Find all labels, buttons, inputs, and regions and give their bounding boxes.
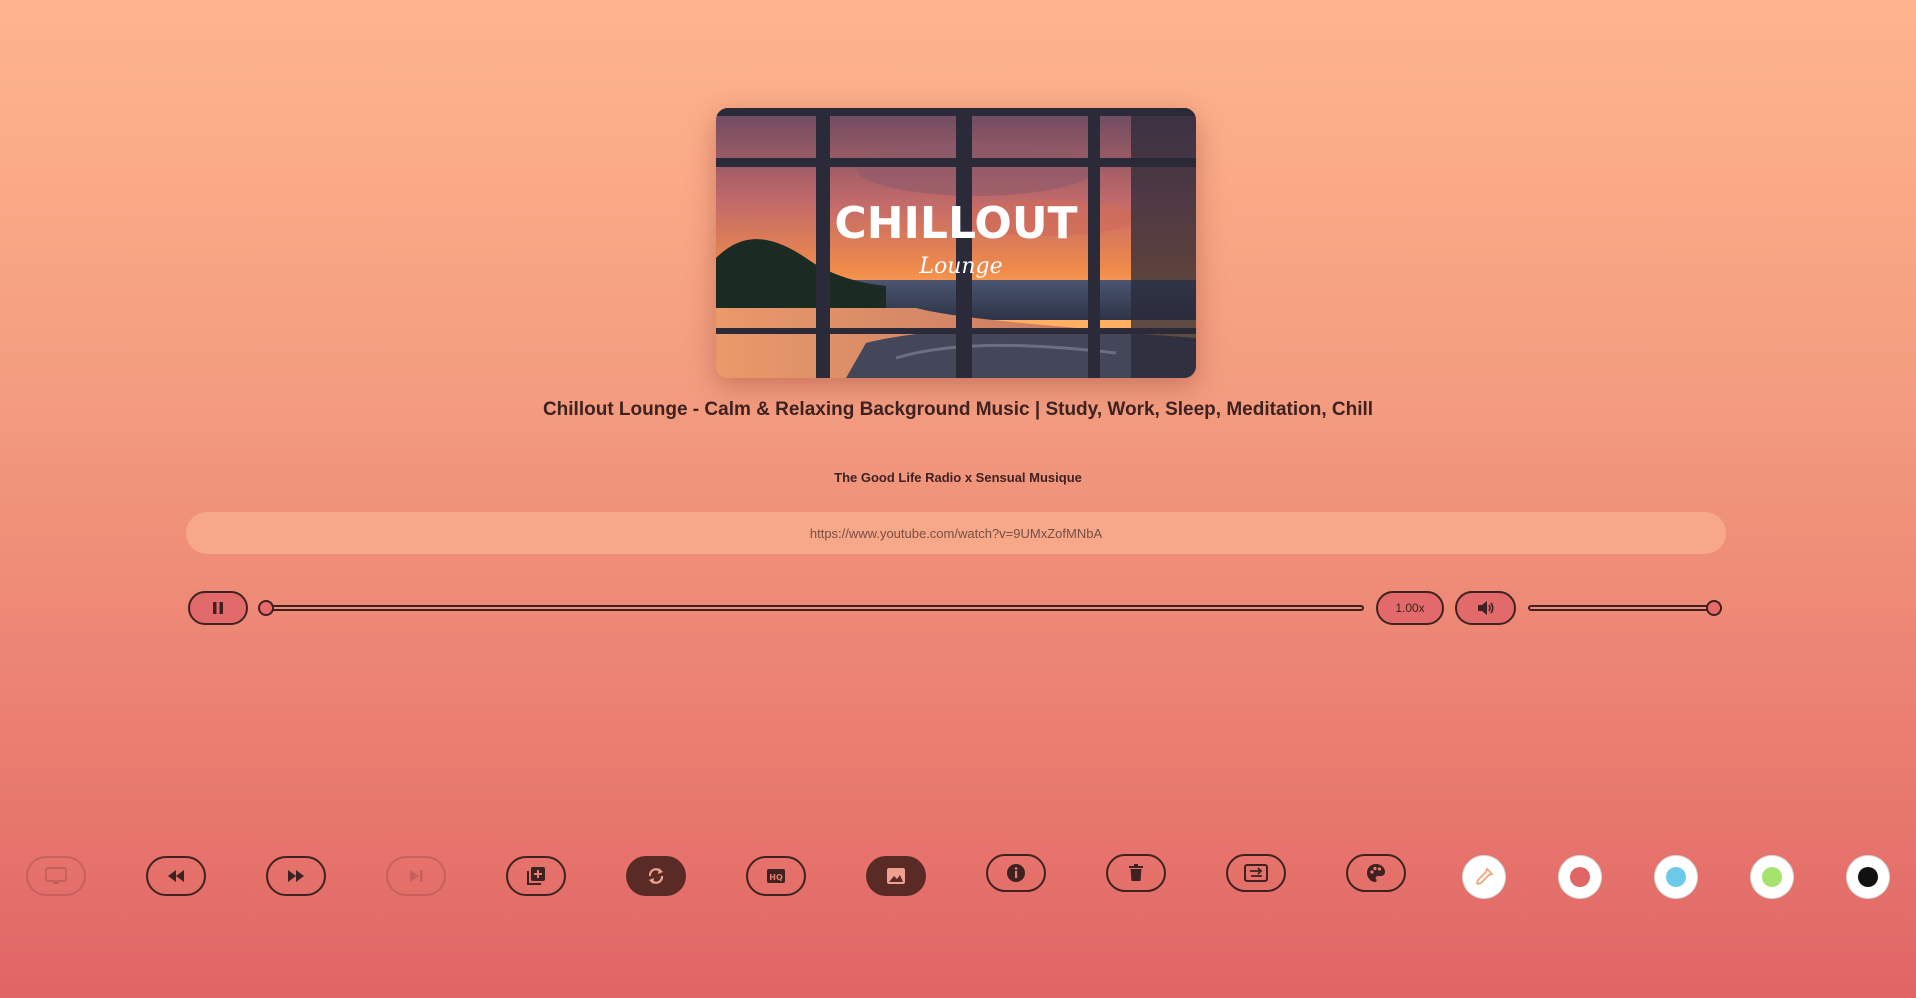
screen-icon (45, 867, 67, 884)
swatch-dot (1666, 867, 1686, 887)
repeat-icon (648, 868, 664, 884)
repeat-button[interactable] (626, 856, 686, 896)
color-swatch-green[interactable] (1750, 855, 1794, 899)
screen-button[interactable] (26, 856, 86, 896)
color-swatch-black[interactable] (1846, 855, 1890, 899)
hq-button[interactable]: HQ (746, 856, 806, 896)
eyedropper-icon (1475, 867, 1494, 886)
delete-button[interactable] (1106, 854, 1166, 892)
rewind-button[interactable] (146, 856, 206, 896)
rewind-icon (168, 870, 184, 882)
progress-track[interactable] (262, 605, 1364, 611)
fast-forward-icon (288, 870, 304, 882)
progress-handle[interactable] (258, 600, 274, 616)
thumbnail-script: Lounge (918, 254, 1002, 279)
play-pause-button[interactable] (188, 591, 248, 625)
svg-text:HQ: HQ (769, 873, 783, 882)
speed-label: 1.00x (1395, 601, 1425, 615)
hq-icon: HQ (767, 869, 785, 883)
volume-button[interactable] (1455, 591, 1516, 625)
skip-next-icon (410, 870, 423, 882)
info-icon (1007, 864, 1025, 882)
pause-icon (213, 602, 223, 614)
add-to-queue-icon (527, 867, 545, 885)
volume-handle[interactable] (1706, 600, 1722, 616)
swatch-dot (1858, 867, 1878, 887)
image-icon (887, 868, 905, 884)
volume-track[interactable] (1528, 605, 1722, 611)
transfer-button[interactable] (1226, 854, 1286, 892)
thumbnail-headline: CHILLOUT (834, 198, 1077, 249)
palette-icon (1367, 864, 1385, 882)
swatch-dot (1762, 867, 1782, 887)
skip-next-button[interactable] (386, 856, 446, 896)
color-swatch-red[interactable] (1558, 855, 1602, 899)
color-picker-button[interactable] (1462, 855, 1506, 899)
track-title: Chillout Lounge - Calm & Relaxing Backgr… (542, 399, 1374, 420)
speed-button[interactable]: 1.00x (1376, 591, 1444, 625)
video-thumbnail: CHILLOUT Lounge (716, 108, 1196, 378)
track-artist: The Good Life Radio x Sensual Musique (834, 470, 1082, 485)
add-to-queue-button[interactable] (506, 856, 566, 896)
image-button[interactable] (866, 856, 926, 896)
trash-icon (1129, 864, 1143, 881)
url-input[interactable] (186, 512, 1726, 554)
color-swatch-blue[interactable] (1654, 855, 1698, 899)
volume-icon (1477, 601, 1494, 615)
theme-button[interactable] (1346, 854, 1406, 892)
info-button[interactable] (986, 854, 1046, 892)
fast-forward-button[interactable] (266, 856, 326, 896)
swatch-dot (1570, 867, 1590, 887)
transfer-icon (1244, 864, 1268, 882)
